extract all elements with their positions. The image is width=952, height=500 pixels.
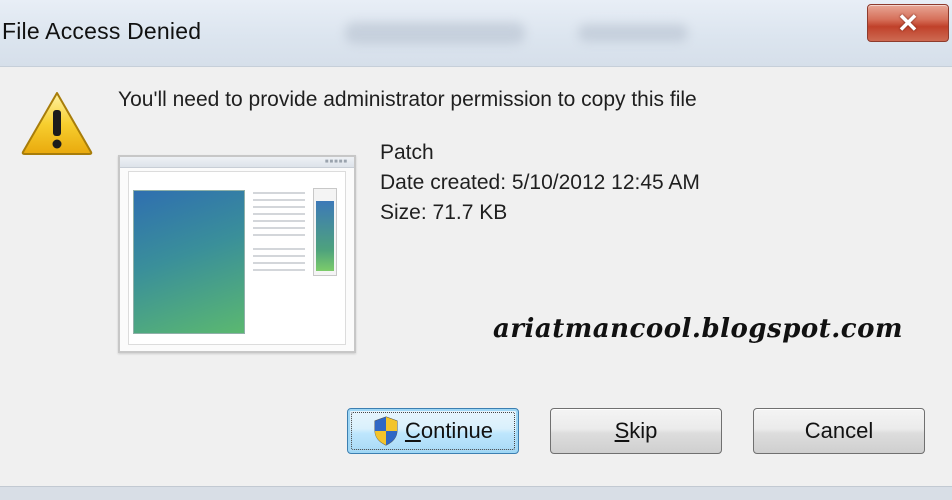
continue-label: Continue xyxy=(404,418,494,443)
thumbnail-window-dots: ■■■■■ xyxy=(324,159,348,165)
thumbnail-sidebar-fill xyxy=(316,201,334,271)
file-access-denied-dialog: File Access Denied ✕ You'll need to prov… xyxy=(0,0,952,500)
cancel-button[interactable]: Cancel xyxy=(753,408,925,454)
cancel-label: Cancel xyxy=(804,418,874,443)
window-title: File Access Denied xyxy=(2,18,202,44)
file-size: Size: 71.7 KB xyxy=(380,201,508,224)
warning-icon xyxy=(21,92,93,155)
thumbnail-text-lines xyxy=(253,192,305,276)
uac-shield-icon xyxy=(374,416,398,446)
bottom-edge xyxy=(0,486,952,500)
thumbnail-sidebar xyxy=(313,188,337,276)
close-button[interactable]: ✕ xyxy=(867,4,949,42)
thumbnail-page xyxy=(128,171,346,345)
continue-button[interactable]: Continue xyxy=(347,408,519,454)
skip-button[interactable]: Skip xyxy=(550,408,722,454)
thumbnail-image xyxy=(133,190,245,334)
permission-message: You'll need to provide administrator per… xyxy=(118,88,697,111)
blurred-title-area-2 xyxy=(578,24,688,42)
blurred-title-area xyxy=(345,22,525,44)
file-name: Patch xyxy=(380,141,434,164)
skip-label: Skip xyxy=(614,418,658,443)
file-date-created: Date created: 5/10/2012 12:45 AM xyxy=(380,171,700,194)
title-bar[interactable]: File Access Denied ✕ xyxy=(0,0,952,67)
file-thumbnail-icon: ■■■■■ xyxy=(118,155,356,353)
thumbnail-window-bar: ■■■■■ xyxy=(120,157,354,168)
file-details: Patch Date created: 5/10/2012 12:45 AM S… xyxy=(380,138,700,228)
blog-watermark: ariatmancool.blogspot.com xyxy=(493,314,903,344)
close-icon: ✕ xyxy=(897,8,919,38)
